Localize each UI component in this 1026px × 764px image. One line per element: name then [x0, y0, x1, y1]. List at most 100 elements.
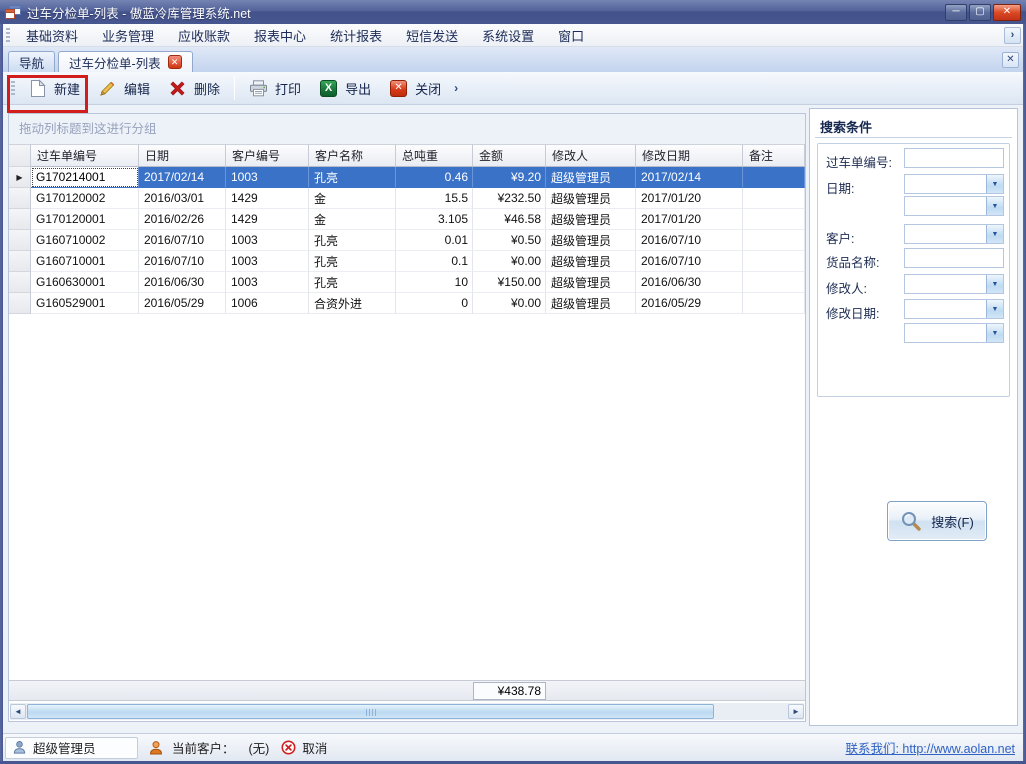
cell[interactable]: G160630001 [31, 272, 139, 293]
combo-dropdown-button[interactable]: ▼ [986, 197, 1003, 215]
cell[interactable]: G170120001 [31, 209, 139, 230]
cell[interactable]: 2016/05/29 [636, 293, 743, 314]
cell[interactable] [743, 272, 805, 293]
cell[interactable]: 超级管理员 [546, 272, 636, 293]
combo-dropdown-button[interactable]: ▼ [986, 324, 1003, 342]
cell[interactable]: 1003 [226, 167, 309, 188]
cell[interactable]: 0.46 [396, 167, 473, 188]
cell[interactable]: 2017/01/20 [636, 188, 743, 209]
column-header-2[interactable]: 日期 [139, 144, 226, 167]
toolbar-button-print[interactable]: 打印 [240, 76, 310, 101]
cell[interactable]: G170120002 [31, 188, 139, 209]
cell[interactable] [743, 209, 805, 230]
column-header-3[interactable]: 客户编号 [226, 144, 309, 167]
cell[interactable]: 10 [396, 272, 473, 293]
cell[interactable]: 超级管理员 [546, 209, 636, 230]
maximize-button[interactable]: ▢ [969, 4, 991, 21]
cell[interactable]: 3.105 [396, 209, 473, 230]
table-row[interactable]: G1605290012016/05/291006合资外进0¥0.00超级管理员2… [9, 293, 805, 314]
search-field-input-modifier[interactable] [906, 276, 986, 292]
cell[interactable]: 孔亮 [309, 272, 396, 293]
cell[interactable]: ¥9.20 [473, 167, 546, 188]
cell[interactable] [743, 188, 805, 209]
menu-overflow-button[interactable]: › [1004, 27, 1021, 44]
cell[interactable]: G170214001 [31, 167, 139, 188]
search-field-input-modify-date-from[interactable] [906, 301, 986, 317]
cell[interactable]: 2016/02/26 [139, 209, 226, 230]
menu-item-7[interactable]: 系统设置 [470, 23, 546, 48]
close-button[interactable]: ✕ [993, 4, 1021, 21]
cell[interactable]: 1429 [226, 188, 309, 209]
cell[interactable]: 1006 [226, 293, 309, 314]
cell[interactable]: ¥0.50 [473, 230, 546, 251]
menu-item-6[interactable]: 短信发送 [394, 23, 470, 48]
toolbar-button-delete[interactable]: 删除 [159, 76, 229, 101]
combo-dropdown-button[interactable]: ▼ [986, 275, 1003, 293]
combo-dropdown-button[interactable]: ▼ [986, 175, 1003, 193]
contact-link[interactable]: 联系我们: http://www.aolan.net [845, 738, 1015, 757]
combo-dropdown-button[interactable]: ▼ [986, 300, 1003, 318]
cell[interactable]: 孔亮 [309, 251, 396, 272]
row-indicator-icon[interactable]: ▶ [9, 167, 31, 188]
toolbar-button-export[interactable]: X导出 [310, 76, 380, 101]
cell[interactable]: ¥150.00 [473, 272, 546, 293]
cell[interactable]: 超级管理员 [546, 251, 636, 272]
cell[interactable]: 合资外进 [309, 293, 396, 314]
cell[interactable]: 孔亮 [309, 167, 396, 188]
search-field-input-date-to[interactable] [906, 198, 986, 214]
search-field-input-ticket-no[interactable] [906, 150, 1000, 166]
row-gutter[interactable] [9, 251, 31, 272]
menu-item-2[interactable]: 业务管理 [90, 23, 166, 48]
cell[interactable]: 2016/07/10 [636, 230, 743, 251]
cell[interactable]: 2016/06/30 [139, 272, 226, 293]
row-gutter[interactable] [9, 209, 31, 230]
search-combo-customer[interactable]: ▼ [904, 224, 1004, 244]
cell[interactable]: 超级管理员 [546, 188, 636, 209]
combo-dropdown-button[interactable]: ▼ [986, 225, 1003, 243]
tab-close-icon[interactable]: ✕ [168, 55, 182, 69]
column-header-1[interactable]: 过车单编号 [31, 144, 139, 167]
cell[interactable]: 2017/02/14 [139, 167, 226, 188]
search-field-input-goods-name[interactable] [906, 250, 1000, 266]
table-row[interactable]: G1607100022016/07/101003孔亮0.01¥0.50超级管理员… [9, 230, 805, 251]
table-row[interactable]: G1701200012016/02/261429金3.105¥46.58超级管理… [9, 209, 805, 230]
search-combo-date-from[interactable]: ▼ [904, 174, 1004, 194]
menu-item-3[interactable]: 应收账款 [166, 23, 242, 48]
row-gutter[interactable] [9, 230, 31, 251]
cell[interactable]: 15.5 [396, 188, 473, 209]
cell[interactable]: 2016/05/29 [139, 293, 226, 314]
search-input-goods-name[interactable] [904, 248, 1004, 268]
search-button[interactable]: 搜索(F) [887, 501, 987, 541]
cell[interactable]: 超级管理员 [546, 230, 636, 251]
column-header-8[interactable]: 修改日期 [636, 144, 743, 167]
search-input-ticket-no[interactable] [904, 148, 1004, 168]
cell[interactable]: ¥232.50 [473, 188, 546, 209]
row-gutter[interactable] [9, 188, 31, 209]
toolbar-button-edit[interactable]: 编辑 [89, 76, 159, 101]
cell[interactable]: 孔亮 [309, 230, 396, 251]
row-gutter[interactable] [9, 272, 31, 293]
row-gutter[interactable] [9, 293, 31, 314]
cell[interactable]: 2016/07/10 [139, 251, 226, 272]
cell[interactable]: ¥46.58 [473, 209, 546, 230]
cell[interactable]: 金 [309, 188, 396, 209]
table-row[interactable]: G1607100012016/07/101003孔亮0.1¥0.00超级管理员2… [9, 251, 805, 272]
tab-pass-vehicle-list[interactable]: 过车分检单-列表 ✕ [58, 51, 193, 72]
cell[interactable]: 1429 [226, 209, 309, 230]
column-header-4[interactable]: 客户名称 [309, 144, 396, 167]
cell[interactable]: 2016/03/01 [139, 188, 226, 209]
search-combo-date-to[interactable]: ▼ [904, 196, 1004, 216]
search-field-input-date-from[interactable] [906, 176, 986, 192]
cell[interactable]: 0.1 [396, 251, 473, 272]
scroll-right-icon[interactable]: ► [788, 704, 804, 719]
cell[interactable]: 0.01 [396, 230, 473, 251]
toolbar-button-close[interactable]: ✕关闭 [380, 76, 450, 101]
cell[interactable]: G160529001 [31, 293, 139, 314]
search-field-input-modify-date-to[interactable] [906, 325, 986, 341]
cell[interactable]: 1003 [226, 272, 309, 293]
column-header-5[interactable]: 总吨重 [396, 144, 473, 167]
cell[interactable]: 超级管理员 [546, 167, 636, 188]
horizontal-scrollbar[interactable]: ◄ ► [10, 703, 804, 720]
cell[interactable]: 1003 [226, 251, 309, 272]
column-header-6[interactable]: 金额 [473, 144, 546, 167]
